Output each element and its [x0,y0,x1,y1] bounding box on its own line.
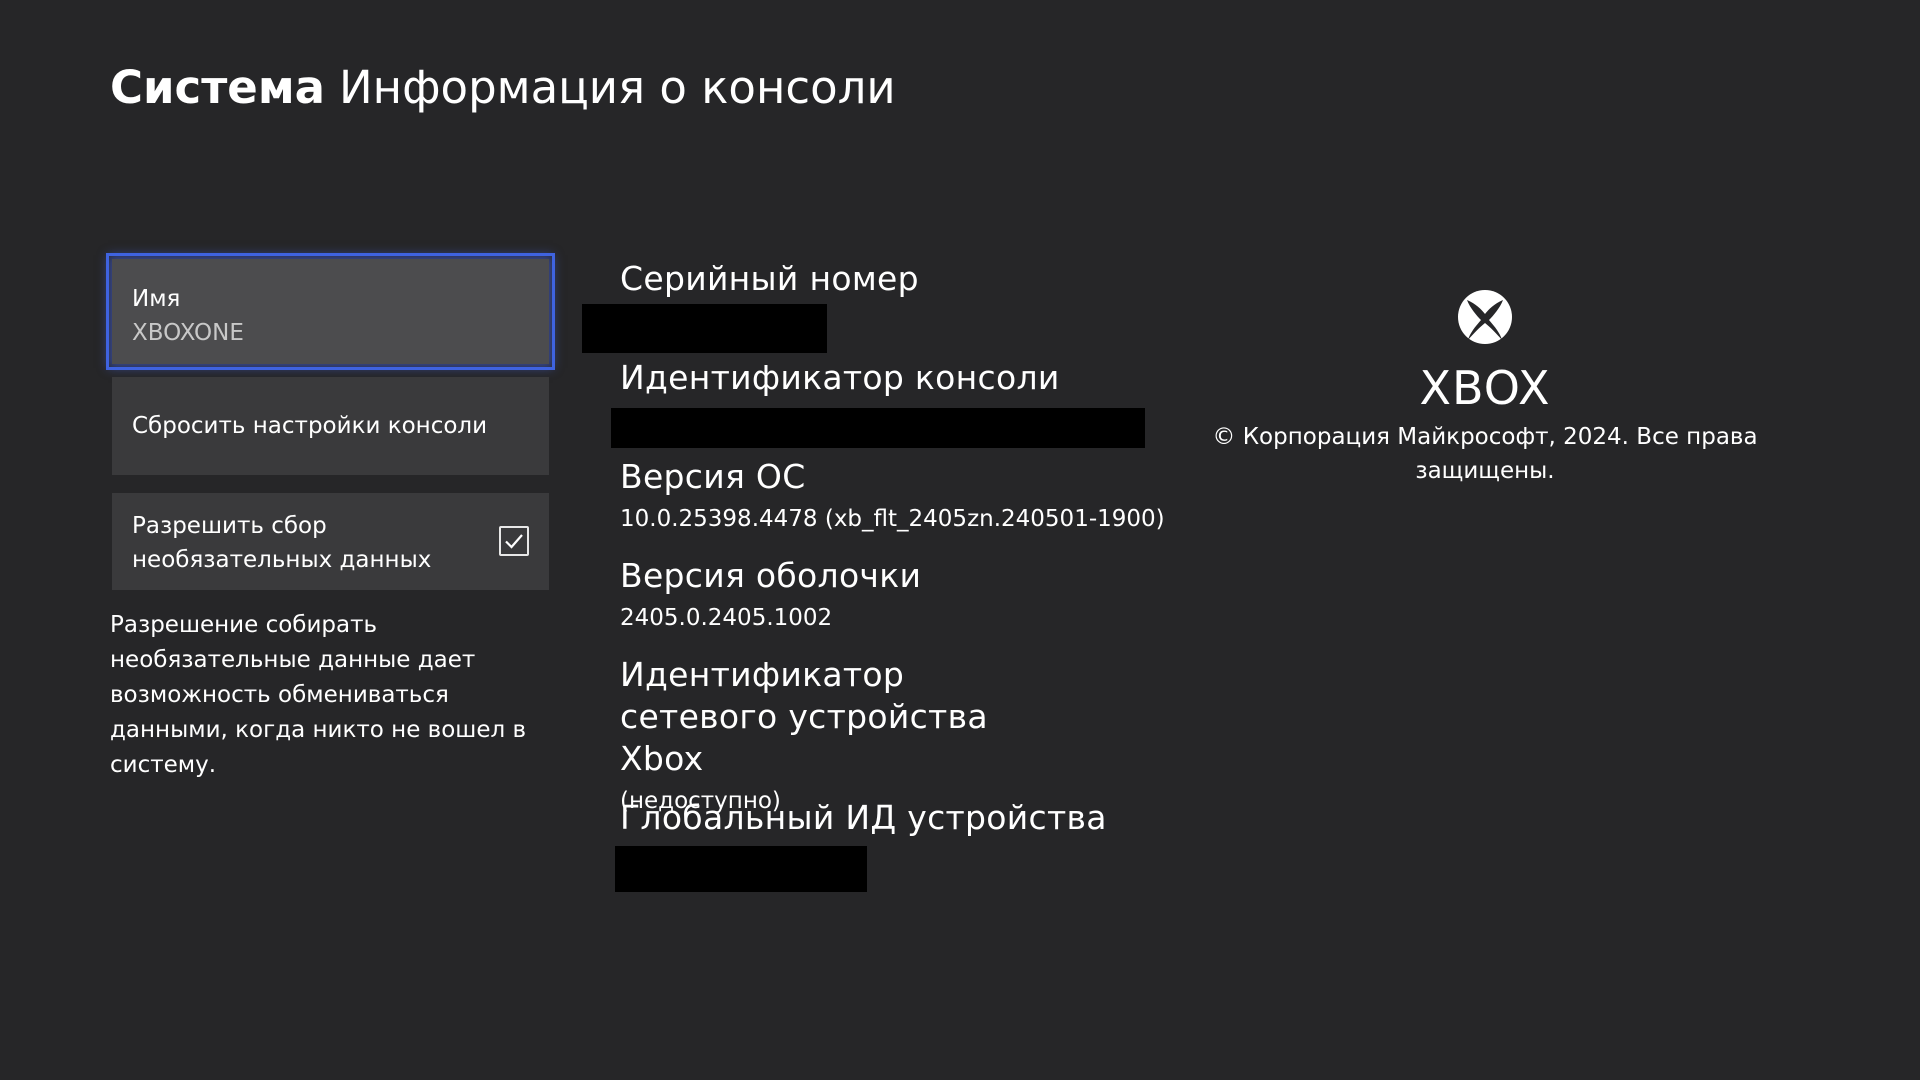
console-id-block: Идентификатор консоли [620,357,1060,399]
global-device-id-redaction [615,846,867,892]
serial-number-redaction [582,304,827,353]
copyright-text: © Корпорация Майкрософт, 2024. Все права… [1212,424,1758,484]
optional-data-checkbox[interactable] [499,526,529,556]
console-name-value: XBOXONE [132,320,244,346]
reset-console-button[interactable]: Сбросить настройки консоли [112,377,549,475]
xbox-logo-icon [1456,288,1514,346]
serial-number-label: Серийный номер [620,259,919,298]
optional-data-label: Разрешить сбор необязательных данных [132,513,432,573]
console-name-tile[interactable]: Имя XBOXONE [106,253,555,370]
optional-data-help-text: Разрешение собирать необязательные данны… [110,612,527,778]
reset-console-label: Сбросить настройки консоли [132,413,488,439]
network-device-id-block: Идентификатор сетевого устройства Xbox (… [620,654,1060,816]
optional-data-toggle[interactable]: Разрешить сбор необязательных данных [112,493,549,590]
console-info-page: Система Информация о консоли Имя XBOXONE … [0,0,1920,1080]
os-version-block: Версия ОС 10.0.25398.4478 (xb_flt_2405zn… [620,456,1165,534]
xbox-wordmark: XBOX [1419,361,1551,415]
os-version-label: Версия ОС [620,457,806,496]
network-device-id-label: Идентификатор сетевого устройства Xbox [620,655,988,778]
console-id-label: Идентификатор консоли [620,358,1060,397]
page-header: Система Информация о консоли [110,58,896,118]
page-title: Информация о консоли [338,61,896,114]
global-device-id-block: Глобальный ИД устройства [620,797,1107,839]
xbox-branding: XBOX © Корпорация Майкрософт, 2024. Все … [1190,288,1780,488]
shell-version-label: Версия оболочки [620,556,922,595]
serial-number-block: Серийный номер [620,258,919,300]
console-id-redaction [611,408,1145,448]
shell-version-value: 2405.0.2405.1002 [620,605,833,631]
os-version-value: 10.0.25398.4478 (xb_flt_2405zn.240501-19… [620,506,1165,532]
shell-version-block: Версия оболочки 2405.0.2405.1002 [620,555,921,633]
console-name-label: Имя [132,286,181,312]
global-device-id-label: Глобальный ИД устройства [620,798,1107,837]
section-title: Система [110,61,325,114]
checkmark-icon [505,534,523,549]
